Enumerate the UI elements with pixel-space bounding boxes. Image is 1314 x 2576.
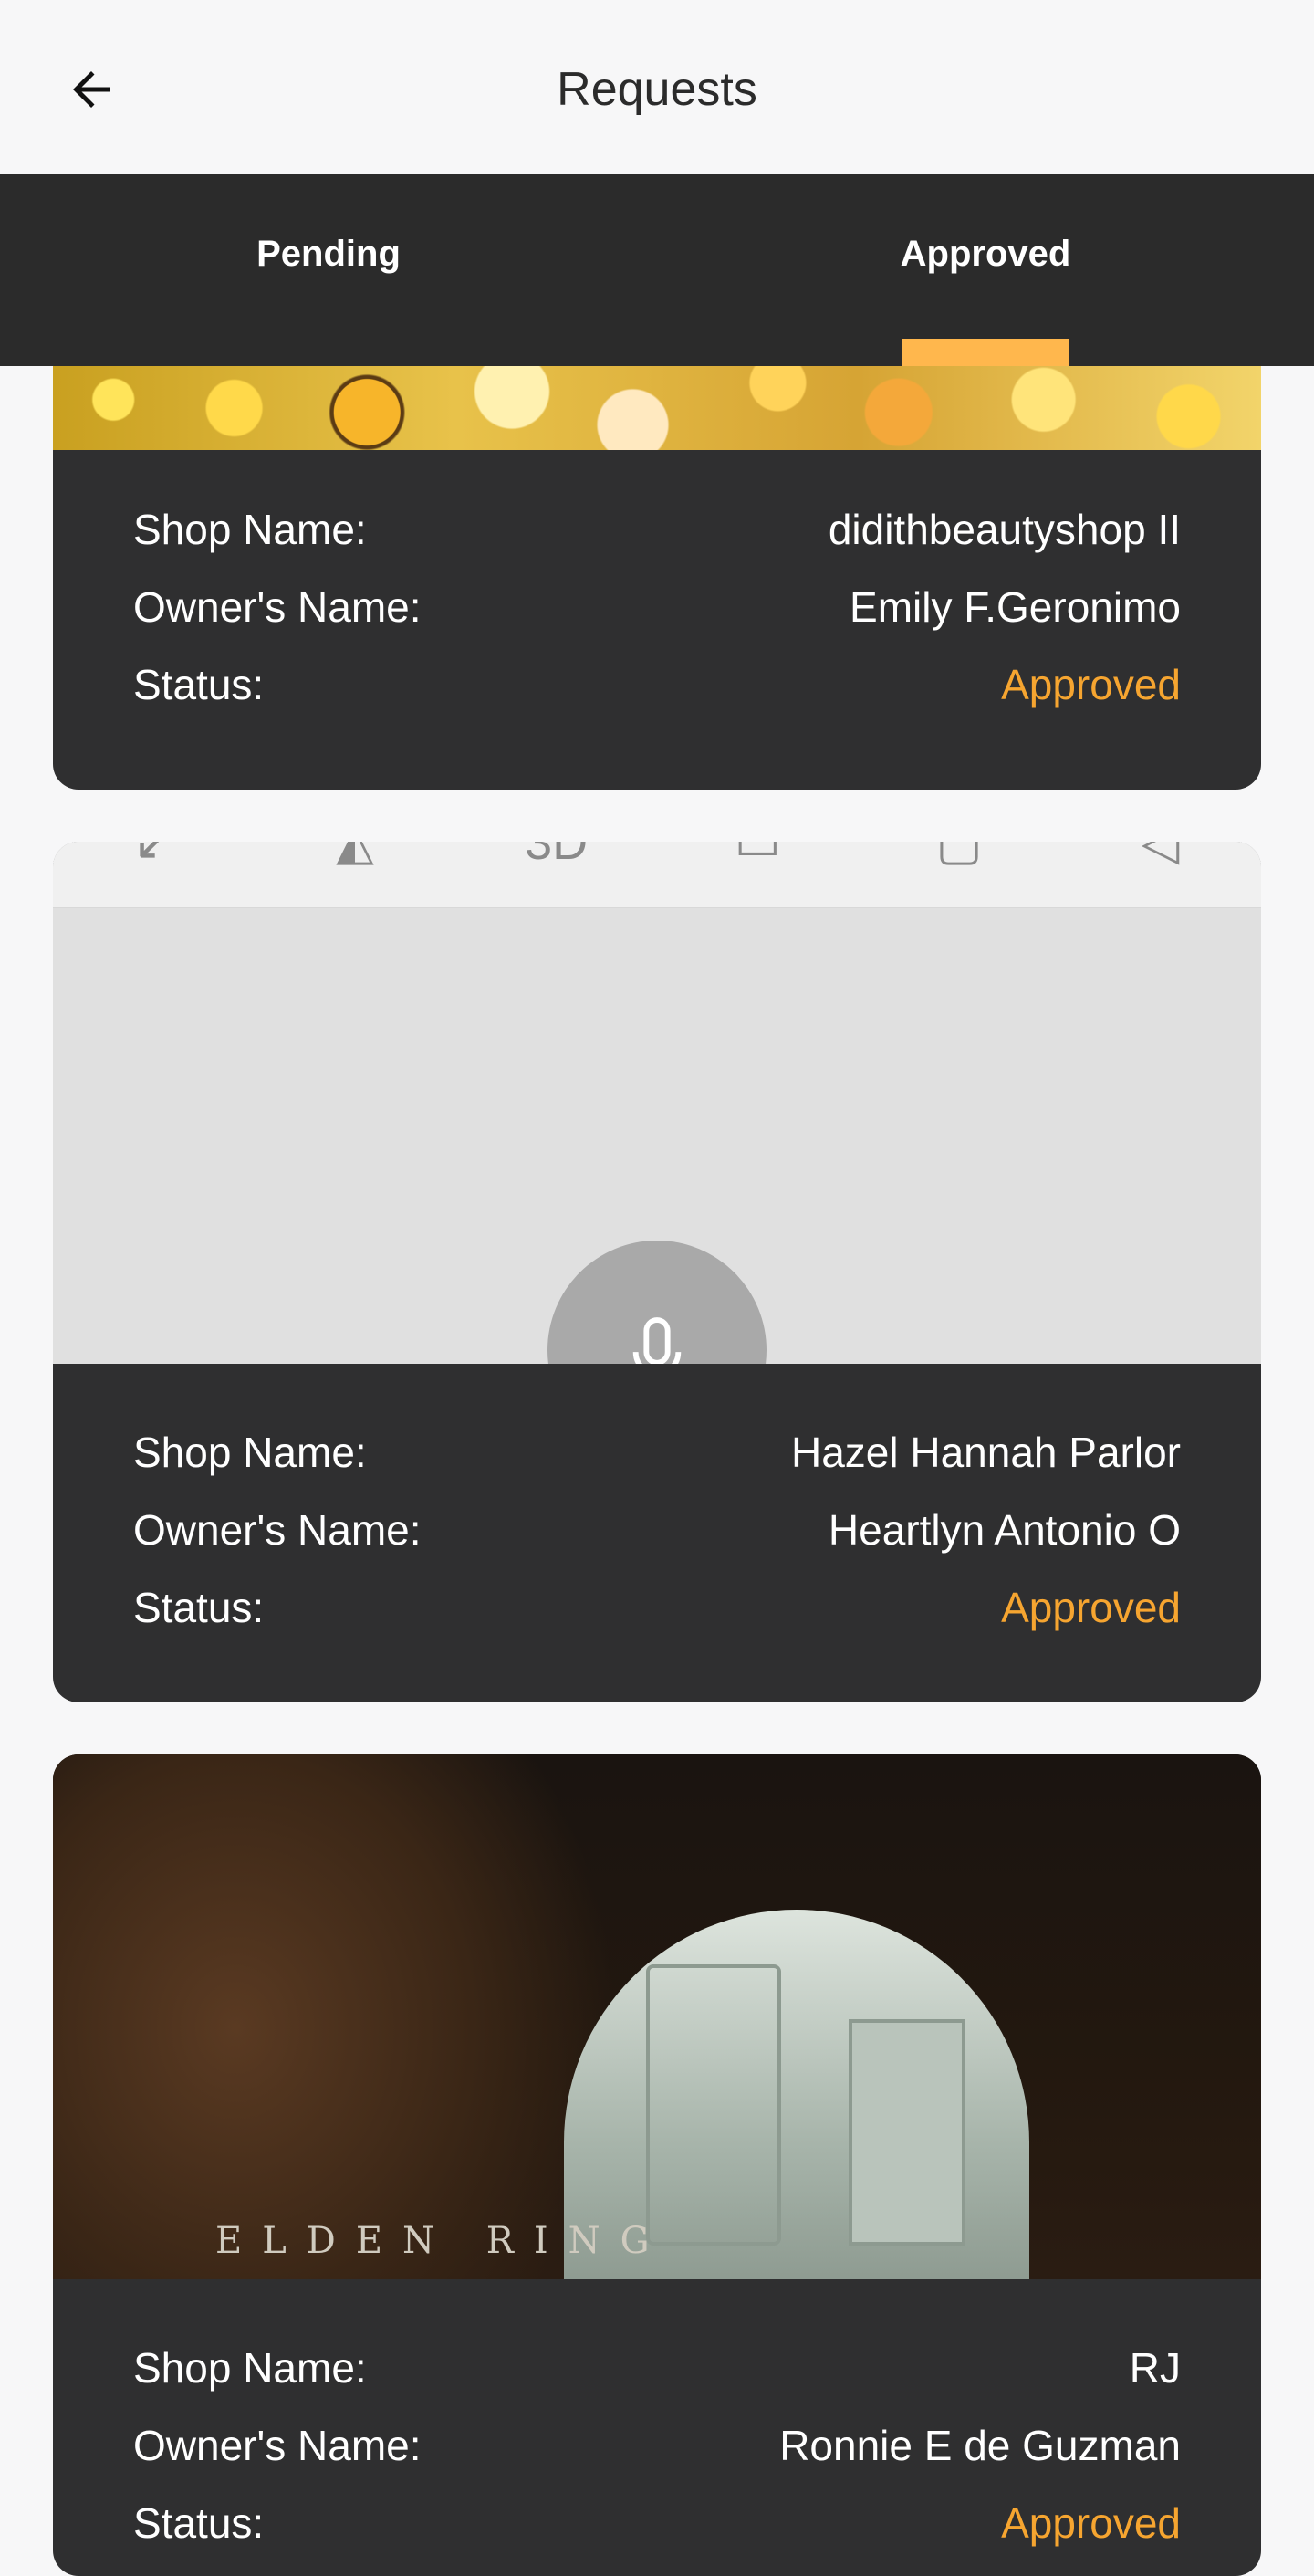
camera-icon: ▢ bbox=[935, 842, 983, 870]
collapse-icon: ↙ bbox=[132, 842, 174, 870]
shop-image: ELDEN RING bbox=[53, 1754, 1261, 2279]
status-row: Status: Approved bbox=[133, 660, 1181, 738]
card-info: Shop Name: didithbeautyshop II Owner's N… bbox=[53, 450, 1261, 738]
shop-name-label: Shop Name: bbox=[133, 1429, 367, 1476]
shop-name-value: Hazel Hannah Parlor bbox=[790, 1429, 1181, 1476]
status-value: Approved bbox=[1001, 661, 1181, 708]
shop-name-value: didithbeautyshop II bbox=[828, 506, 1181, 553]
shop-name-row: Shop Name: RJ bbox=[133, 2343, 1181, 2421]
request-card[interactable]: ↙ ◭ 3D ▭ ▢ ◁ Shop Name: Hazel Hannah Par… bbox=[53, 842, 1261, 1702]
shop-name-row: Shop Name: didithbeautyshop II bbox=[133, 505, 1181, 582]
tab-approved-label: Approved bbox=[900, 233, 1071, 274]
card-info: Shop Name: Hazel Hannah Parlor Owner's N… bbox=[53, 1364, 1261, 1660]
3d-icon: 3D bbox=[525, 842, 589, 870]
shop-image bbox=[53, 366, 1261, 450]
owner-name-label: Owner's Name: bbox=[133, 1506, 422, 1554]
owner-name-row: Owner's Name: Heartlyn Antonio O bbox=[133, 1505, 1181, 1583]
card-info: Shop Name: RJ Owner's Name: Ronnie E de … bbox=[53, 2279, 1261, 2576]
video-icon: ▭ bbox=[734, 842, 781, 870]
owner-name-label: Owner's Name: bbox=[133, 583, 422, 631]
tab-pending[interactable]: Pending bbox=[0, 174, 657, 366]
shop-name-label: Shop Name: bbox=[133, 506, 367, 553]
camera-toolbar: ↙ ◭ 3D ▭ ▢ ◁ bbox=[53, 842, 1261, 908]
tab-bar: Pending Approved bbox=[0, 174, 1314, 366]
mic-button bbox=[548, 1241, 766, 1364]
shop-image: ↙ ◭ 3D ▭ ▢ ◁ bbox=[53, 842, 1261, 1364]
tab-pending-label: Pending bbox=[256, 233, 401, 274]
owner-name-value: Emily F.Geronimo bbox=[850, 583, 1181, 631]
status-row: Status: Approved bbox=[133, 1583, 1181, 1660]
image-caption: ELDEN RING bbox=[215, 2220, 670, 2262]
shop-name-value: RJ bbox=[1129, 2344, 1181, 2392]
flip-icon: ◭ bbox=[336, 842, 374, 870]
app-bar: Requests bbox=[0, 0, 1314, 174]
tab-approved[interactable]: Approved bbox=[657, 174, 1314, 366]
request-card[interactable]: ELDEN RING Shop Name: RJ Owner's Name: R… bbox=[53, 1754, 1261, 2576]
owner-name-value: Ronnie E de Guzman bbox=[779, 2422, 1181, 2469]
status-value: Approved bbox=[1001, 2499, 1181, 2547]
status-label: Status: bbox=[133, 1584, 265, 1631]
microphone-icon bbox=[632, 1317, 682, 1364]
owner-name-row: Owner's Name: Emily F.Geronimo bbox=[133, 582, 1181, 660]
status-label: Status: bbox=[133, 661, 265, 708]
owner-name-row: Owner's Name: Ronnie E de Guzman bbox=[133, 2421, 1181, 2498]
shop-name-row: Shop Name: Hazel Hannah Parlor bbox=[133, 1428, 1181, 1505]
status-label: Status: bbox=[133, 2499, 265, 2547]
shop-name-label: Shop Name: bbox=[133, 2344, 367, 2392]
owner-name-value: Heartlyn Antonio O bbox=[828, 1506, 1181, 1554]
status-row: Status: Approved bbox=[133, 2498, 1181, 2576]
owner-name-label: Owner's Name: bbox=[133, 2422, 422, 2469]
status-value: Approved bbox=[1001, 1584, 1181, 1631]
tab-active-indicator bbox=[902, 339, 1069, 366]
page-title: Requests bbox=[557, 63, 757, 116]
speaker-icon: ◁ bbox=[1141, 842, 1180, 870]
